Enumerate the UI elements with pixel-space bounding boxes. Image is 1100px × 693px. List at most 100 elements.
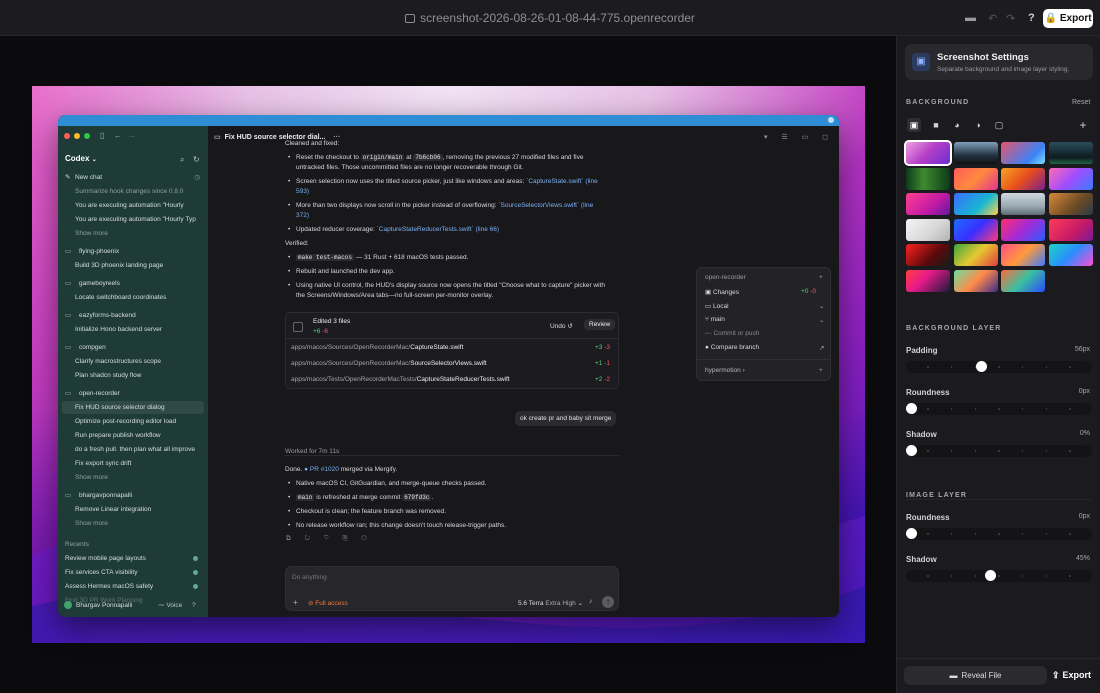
wallpaper-thumbnail[interactable] bbox=[953, 167, 998, 190]
wallpaper-thumbnail[interactable] bbox=[906, 269, 950, 292]
sidebar-thread[interactable]: Remove Linear integration bbox=[62, 503, 204, 516]
file-link[interactable]: `SourceSelectorViews.swift` (line bbox=[498, 202, 593, 209]
message-actions[interactable]: ⧉ ↻ ♡ ⎘ ⌬ bbox=[286, 534, 373, 543]
composer[interactable]: Do anything + ⊘ Full access 5.6 Terra Ex… bbox=[285, 566, 619, 611]
wallpaper-thumbnail[interactable] bbox=[1001, 167, 1045, 190]
refresh-icon[interactable]: ↻ bbox=[193, 155, 200, 164]
undo-button[interactable]: Undo ↺ bbox=[550, 322, 573, 330]
workspace-row[interactable]: hypermotion › bbox=[705, 367, 745, 374]
changes-row[interactable]: ▣ Changes bbox=[705, 288, 739, 296]
edited-file-row[interactable]: apps/macos/Tests/OpenRecorderMacTests/Ca… bbox=[291, 376, 615, 383]
recent-thread[interactable]: Assess Hermes macOS safety bbox=[62, 580, 204, 593]
sidebar-toggle-icon[interactable]: ▯ bbox=[100, 131, 104, 140]
file-link[interactable]: `CaptureState.swift` (line bbox=[526, 178, 598, 185]
sidebar-thread[interactable]: Fix export sync drift bbox=[62, 457, 204, 470]
wallpaper-thumbnail[interactable] bbox=[1001, 142, 1045, 164]
zoom-button[interactable] bbox=[84, 133, 90, 139]
sidebar-thread[interactable]: Optimize post-recording editor load bbox=[62, 415, 204, 428]
project-folder[interactable]: ▭ flying-phoenix bbox=[62, 245, 204, 258]
video-tab-icon[interactable]: ■ bbox=[929, 118, 943, 132]
slider-knob[interactable] bbox=[906, 445, 917, 456]
add-icon[interactable]: + bbox=[293, 598, 298, 607]
compare-row[interactable]: ● Compare branch bbox=[705, 344, 759, 351]
redo-icon[interactable]: ↷ bbox=[1006, 12, 1015, 25]
edited-file-row[interactable]: apps/macos/Sources/OpenRecorderMac/Captu… bbox=[291, 344, 615, 351]
back-icon[interactable]: ← bbox=[114, 131, 122, 140]
sidebar-thread[interactable]: Run prepare publish workflow bbox=[62, 429, 204, 442]
shadow-slider[interactable] bbox=[906, 570, 1092, 582]
wallpaper-thumbnail[interactable] bbox=[1048, 142, 1093, 164]
app-switcher[interactable]: Codex ⌄ bbox=[65, 154, 97, 163]
palette-tab-icon[interactable]: ◕ bbox=[950, 118, 964, 132]
wallpaper-thumbnail[interactable] bbox=[1048, 218, 1093, 241]
wallpaper-thumbnail[interactable] bbox=[1001, 218, 1045, 241]
edited-file-row[interactable]: apps/macos/Sources/OpenRecorderMac/Sourc… bbox=[291, 360, 615, 367]
shadow-slider[interactable] bbox=[906, 445, 1092, 457]
wallpaper-thumbnail[interactable] bbox=[953, 269, 998, 292]
close-button[interactable] bbox=[64, 133, 70, 139]
sidebar-thread[interactable]: Build 3D phoenix landing page bbox=[62, 259, 204, 272]
wallpaper-thumbnail[interactable] bbox=[1001, 244, 1045, 266]
microphone-icon[interactable]: ♪ bbox=[589, 598, 593, 605]
access-selector[interactable]: ⊘ Full access bbox=[308, 599, 348, 607]
voice-button[interactable]: ⁓ Voice ? bbox=[158, 601, 196, 609]
blank-tab-icon[interactable]: ▢ bbox=[992, 118, 1006, 132]
slider-knob[interactable] bbox=[906, 528, 917, 539]
wallpaper-thumbnail[interactable] bbox=[953, 193, 998, 215]
slider-knob[interactable] bbox=[976, 361, 987, 372]
bullet-3-cont[interactable]: 372) bbox=[296, 211, 309, 220]
slider-knob[interactable] bbox=[906, 403, 917, 414]
sidebar-thread[interactable]: You are executing automation "Hourly bbox=[62, 199, 204, 212]
forward-icon[interactable]: → bbox=[128, 131, 136, 140]
sidebar-thread[interactable]: Initialize Hono backend server bbox=[62, 323, 204, 336]
bullet-2-cont[interactable]: 593) bbox=[296, 187, 309, 196]
export-button[interactable]: 🔒 Export bbox=[1043, 9, 1093, 28]
wallpaper-thumbnail[interactable] bbox=[1001, 269, 1045, 292]
project-folder[interactable]: ▭ open-recorder bbox=[62, 387, 204, 400]
add-icon[interactable]: + bbox=[819, 367, 823, 374]
padding-slider[interactable] bbox=[906, 361, 1092, 373]
contrast-tab-icon[interactable]: ◑ bbox=[971, 118, 985, 132]
sidebar-thread[interactable]: Locate switchboard coordinates bbox=[62, 291, 204, 304]
wallpaper-thumbnail[interactable] bbox=[1048, 193, 1093, 215]
new-chat-button[interactable]: ✎ New chat ◷ bbox=[62, 171, 204, 184]
wallpaper-thumbnail[interactable] bbox=[904, 140, 952, 166]
header-tools[interactable]: ▾ ☰ ▭ ◻ bbox=[764, 133, 834, 141]
reset-button[interactable]: Reset bbox=[1072, 99, 1090, 106]
show-more-link[interactable]: Show more bbox=[62, 227, 204, 240]
wallpaper-thumbnail[interactable] bbox=[906, 218, 950, 241]
sidebar-thread[interactable]: do a fresh pull. then plan what all impr… bbox=[62, 443, 204, 456]
sidebar-thread[interactable]: You are executing automation "Hourly Typ bbox=[62, 213, 204, 226]
wallpaper-thumbnail[interactable] bbox=[906, 244, 950, 266]
sidebar-thread[interactable]: Fix HUD source selector dialog bbox=[62, 401, 204, 414]
commit-row[interactable]: -◦- Commit or push bbox=[705, 330, 759, 337]
wallpaper-thumbnail[interactable] bbox=[1048, 167, 1093, 190]
show-more-link[interactable]: Summarize hook changes since 0.8.0 bbox=[62, 185, 204, 198]
add-icon[interactable]: + bbox=[1076, 118, 1090, 132]
wallpaper-thumbnail[interactable] bbox=[1048, 244, 1093, 266]
project-folder[interactable]: ▭ bhargavponnapalli bbox=[62, 489, 204, 502]
project-folder[interactable]: ▭ gameboyreels bbox=[62, 277, 204, 290]
slider-knob[interactable] bbox=[984, 570, 996, 581]
branch-row[interactable]: ⑂ main bbox=[705, 316, 725, 323]
wallpaper-thumbnail[interactable] bbox=[1001, 193, 1045, 215]
folder-icon[interactable]: ▬ bbox=[965, 12, 976, 24]
roundness-slider[interactable] bbox=[906, 403, 1092, 415]
wallpaper-thumbnail[interactable] bbox=[906, 193, 950, 215]
local-row[interactable]: ▭ Local bbox=[705, 302, 729, 310]
composer-input[interactable]: Do anything bbox=[292, 574, 327, 581]
user-profile[interactable]: Bhargav Ponnapalli bbox=[64, 601, 132, 609]
reveal-file-button[interactable]: ▬ Reveal File bbox=[904, 666, 1047, 685]
export-button-bottom[interactable]: ⇪ Export bbox=[1052, 666, 1094, 685]
send-button[interactable]: ↑ bbox=[602, 596, 614, 608]
undo-icon[interactable]: ↶ bbox=[988, 12, 997, 25]
file-link[interactable]: `CaptureStateReducerTests.swift` (line 6… bbox=[377, 226, 499, 233]
wallpaper-thumbnail[interactable] bbox=[953, 142, 998, 164]
show-more-link[interactable]: Show more bbox=[62, 517, 204, 530]
sidebar-thread[interactable]: Plan shadcn study flow bbox=[62, 369, 204, 382]
project-folder[interactable]: ▭ eazyforms-backend bbox=[62, 309, 204, 322]
show-more-link[interactable]: Show more bbox=[62, 471, 204, 484]
recent-thread[interactable]: Review mobile page layouts bbox=[62, 552, 204, 565]
image-tab-icon[interactable]: ▣ bbox=[907, 118, 921, 132]
model-selector[interactable]: 5.6 Terra Extra High ⌄ bbox=[518, 599, 583, 607]
